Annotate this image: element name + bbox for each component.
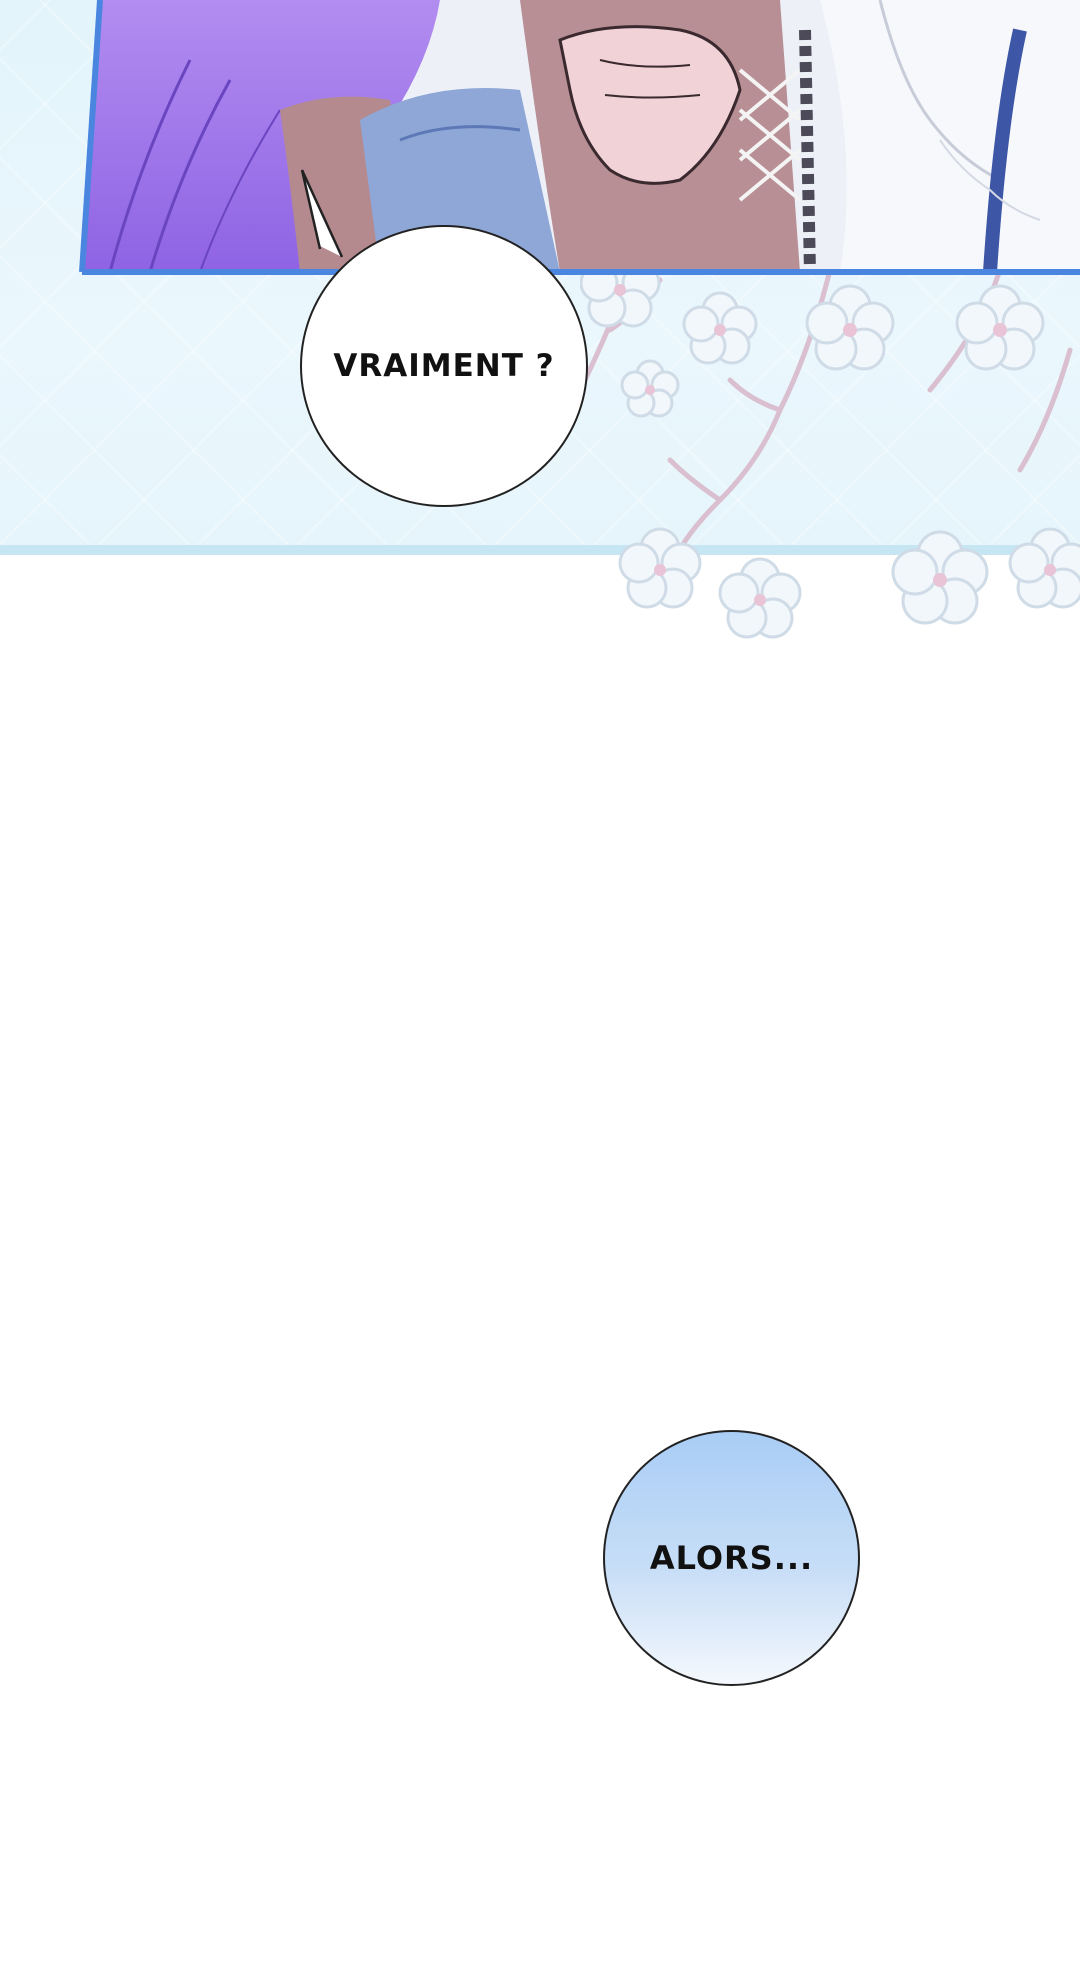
speech-text: ALORS... [649, 1539, 814, 1577]
comic-panel-top [0, 0, 1080, 280]
blossom-branches [580, 270, 1080, 639]
speech-bubble-tail [300, 169, 344, 258]
speech-bubble-alors: ALORS... [603, 1430, 860, 1686]
speech-bubble-vraiment: VRAIMENT ? [300, 225, 588, 507]
speech-text: VRAIMENT ? [333, 348, 555, 384]
